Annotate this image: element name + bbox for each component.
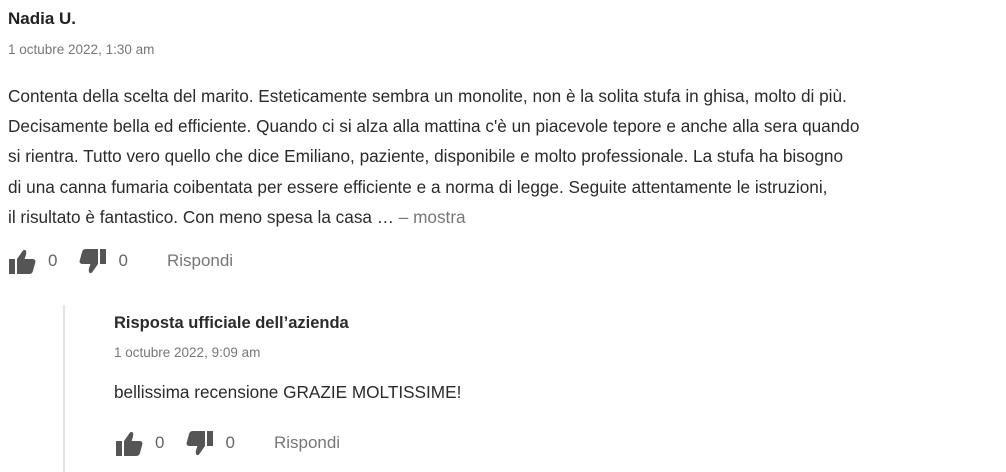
thumbs-up-icon — [9, 249, 36, 274]
review-author: Nadia U. — [8, 9, 77, 28]
response-author: Risposta ufficiale dell’azienda — [114, 314, 349, 332]
review-text-line: Contenta della scelta del marito. Esteti… — [8, 86, 847, 106]
review-date: 1 octubre 2022, 1:30 am — [8, 42, 155, 57]
response-reply-button[interactable]: Rispondi — [274, 433, 340, 453]
response-like-count: 0 — [155, 433, 165, 452]
dislike-button[interactable]: 0 — [79, 248, 128, 274]
company-response: Risposta ufficiale dell’azienda 1 octubr… — [114, 312, 994, 407]
review-text: Contenta della scelta del marito. Esteti… — [8, 81, 1002, 232]
thread-line — [63, 305, 65, 472]
response-like-button[interactable]: 0 — [116, 431, 164, 456]
review: Nadia U. 1 octubre 2022, 1:30 am Content… — [8, 8, 1002, 232]
review-text-truncated: il risultato è fantastico. Con meno spes… — [8, 206, 394, 227]
like-count: 0 — [48, 251, 58, 270]
review-text-line: di una canna fumaria coibentata per esse… — [8, 176, 828, 197]
reply-button[interactable]: Rispondi — [167, 251, 233, 271]
response-date: 1 octubre 2022, 9:09 am — [114, 345, 261, 360]
response-text: bellissima recensione GRAZIE MOLTISSIME! — [114, 382, 462, 402]
like-button[interactable]: 0 — [9, 249, 57, 274]
dislike-count: 0 — [118, 251, 128, 270]
thumbs-up-icon — [116, 431, 143, 456]
review-text-line: si rientra. Tutto vero quello che dice E… — [8, 146, 844, 167]
response-dislike-button[interactable]: 0 — [186, 430, 235, 456]
thumbs-down-icon — [79, 248, 107, 274]
thumbs-down-icon — [186, 430, 214, 456]
review-actions: 0 0 Rispondi — [9, 247, 233, 275]
response-dislike-count: 0 — [225, 433, 235, 452]
review-text-line-last: il risultato è fantastico. Con meno spes… — [8, 202, 1002, 232]
response-actions: 0 0 Rispondi — [116, 429, 340, 457]
review-text-line: Decisamente bella ed efficiente. Quando … — [8, 116, 860, 137]
show-more-link[interactable]: – mostra — [399, 207, 466, 227]
